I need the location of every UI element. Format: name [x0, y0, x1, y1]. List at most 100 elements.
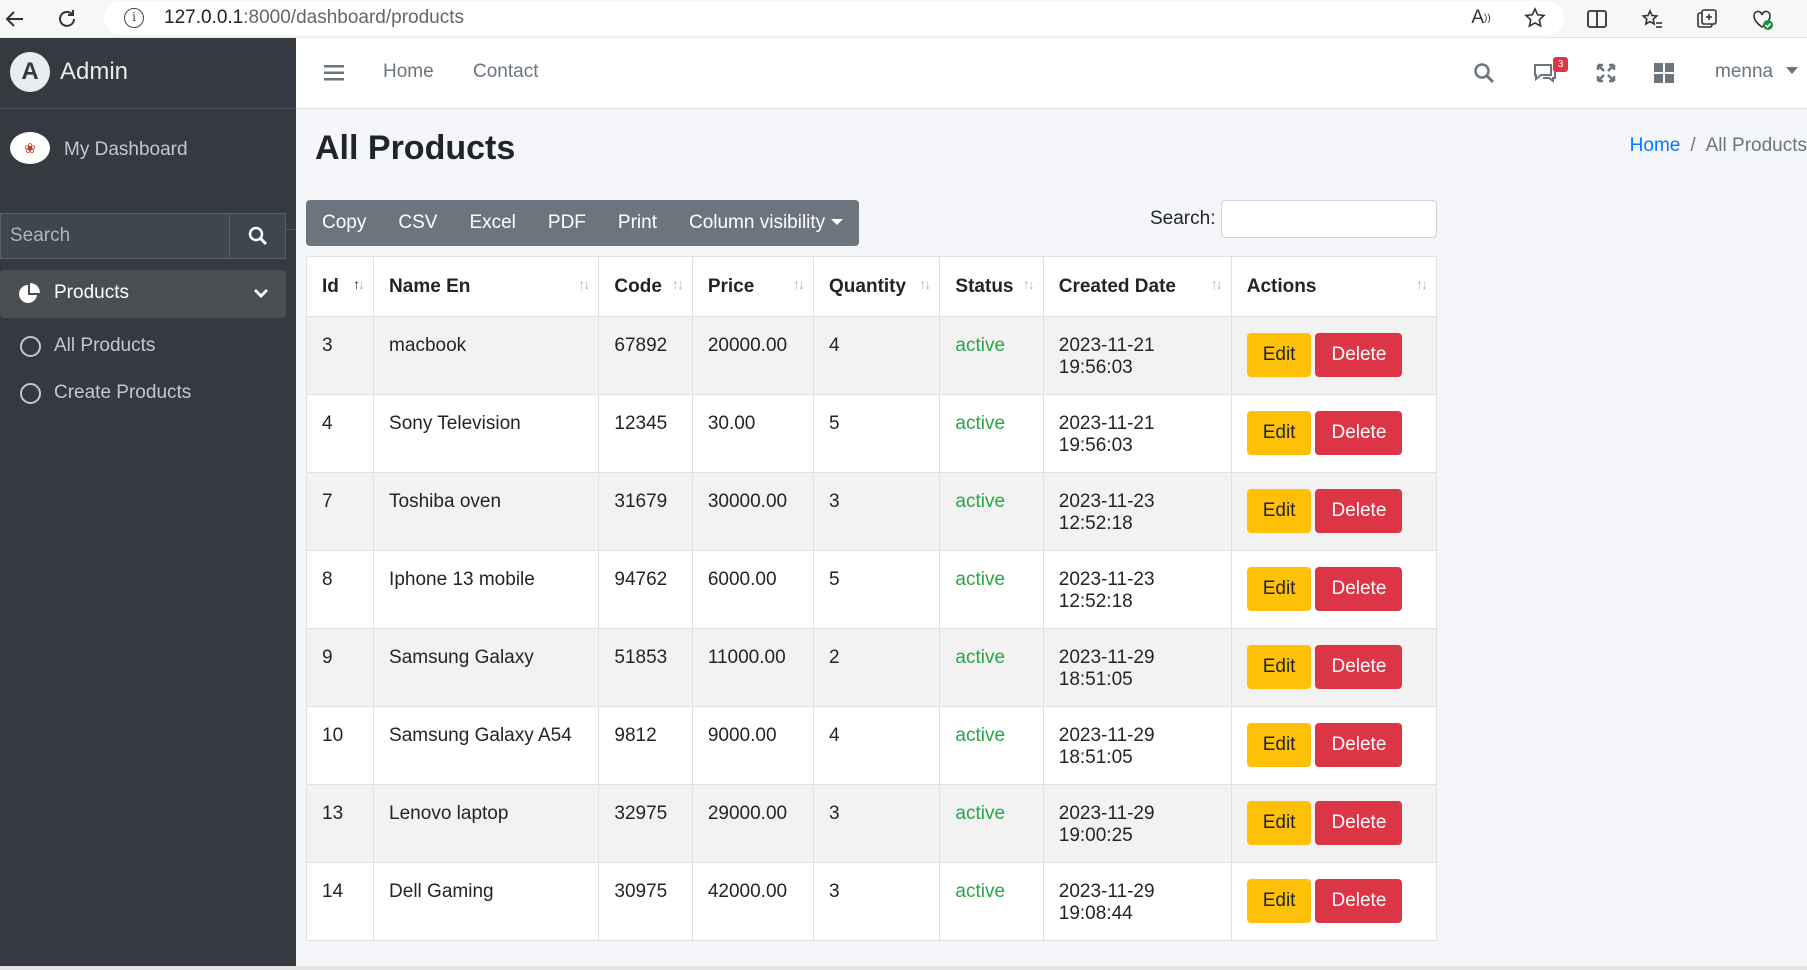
edit-button[interactable]: Edit: [1246, 879, 1312, 923]
edit-button[interactable]: Edit: [1246, 801, 1312, 845]
edit-button[interactable]: Edit: [1246, 489, 1312, 533]
edit-button[interactable]: Edit: [1246, 567, 1312, 611]
nav-link-contact[interactable]: Contact: [473, 61, 538, 83]
user-avatar[interactable]: ❀: [10, 132, 50, 164]
table-row: 14 Dell Gaming 30975 42000.00 3 active 2023-11…: [305, 862, 1438, 941]
pdf-button[interactable]: PDF: [532, 200, 602, 246]
sidebar-search: [0, 213, 286, 259]
column-visibility-label: Column visibility: [688, 212, 826, 233]
sidebar-search-button[interactable]: [230, 213, 286, 259]
csv-button[interactable]: CSV: [382, 200, 453, 246]
breadcrumb-home-link[interactable]: Home: [1630, 135, 1681, 156]
column-header-name[interactable]: Name En ↑↓: [373, 256, 600, 317]
address-bar[interactable]: i 127.0.0.1:8000/dashboard/products A)): [104, 1, 1564, 35]
column-header-price[interactable]: Price ↑↓: [691, 256, 815, 317]
column-header-label: Created Date: [1058, 275, 1176, 297]
user-dropdown[interactable]: menna: [1715, 61, 1799, 83]
table-row: 9 Samsung Galaxy 51853 11000.00 2 active 2023-…: [305, 628, 1438, 707]
sort-icon: ↑↓: [1210, 276, 1223, 292]
edit-button[interactable]: Edit: [1246, 723, 1312, 767]
cell-price: 29000.00: [691, 784, 815, 863]
delete-button[interactable]: Delete: [1315, 567, 1403, 611]
breadcrumb: Home / All Products: [1630, 135, 1807, 157]
column-header-label: Status: [955, 275, 1014, 297]
url-path: :8000/dashboard/products: [243, 7, 465, 28]
url-text[interactable]: 127.0.0.1:8000/dashboard/products: [164, 7, 464, 29]
delete-button[interactable]: Delete: [1315, 801, 1403, 845]
split-screen-icon[interactable]: [1582, 4, 1612, 34]
cell-actions: Edit Delete: [1230, 316, 1438, 395]
read-aloud-icon[interactable]: A)): [1466, 3, 1496, 33]
navbar-search-icon[interactable]: [1471, 60, 1497, 86]
cell-status: active: [939, 862, 1044, 941]
edit-button[interactable]: Edit: [1246, 645, 1312, 689]
cell-code: 30975: [598, 862, 693, 941]
column-header-quantity[interactable]: Quantity ↑↓: [813, 256, 941, 317]
breadcrumb-separator: /: [1690, 135, 1696, 156]
circle-icon: [20, 336, 41, 357]
delete-button[interactable]: Delete: [1315, 723, 1403, 767]
cell-id: 3: [305, 316, 375, 395]
user-name-link[interactable]: My Dashboard: [64, 139, 188, 161]
cell-created: 2023-11-21 19:56:03: [1042, 316, 1232, 395]
delete-button[interactable]: Delete: [1315, 489, 1403, 533]
cell-status: active: [939, 706, 1044, 785]
browser-toolbar: i 127.0.0.1:8000/dashboard/products A)): [0, 0, 1807, 38]
fullscreen-icon[interactable]: [1593, 60, 1619, 86]
sort-icon: ↑↓: [671, 276, 684, 292]
cell-price: 6000.00: [691, 550, 815, 629]
cell-code: 31679: [598, 472, 693, 551]
column-header-status[interactable]: Status ↑↓: [939, 256, 1044, 317]
sidebar-item-products[interactable]: Products: [0, 270, 286, 318]
delete-button[interactable]: Delete: [1315, 411, 1403, 455]
table-row: 7 Toshiba oven 31679 30000.00 3 active 2023-11…: [305, 472, 1438, 551]
edit-button[interactable]: Edit: [1246, 333, 1312, 377]
column-header-label: Price: [707, 275, 755, 297]
print-button[interactable]: Print: [602, 200, 673, 246]
column-header-created-date[interactable]: Created Date ↑↓: [1042, 256, 1232, 317]
notification-badge: 3: [1553, 57, 1568, 72]
cell-actions: Edit Delete: [1230, 628, 1438, 707]
sidebar-item-all-products[interactable]: All Products: [0, 324, 286, 370]
circle-icon: [20, 383, 41, 404]
sort-icon: ↑↓: [793, 276, 805, 292]
column-header-label: Name En: [389, 275, 471, 297]
excel-button[interactable]: Excel: [453, 200, 531, 246]
hamburger-menu-icon[interactable]: [321, 60, 347, 86]
column-header-code[interactable]: Code ↑↓: [598, 256, 693, 317]
search-icon: [248, 226, 267, 246]
site-info-icon[interactable]: i: [124, 8, 144, 28]
brand-text: Admin: [60, 58, 129, 85]
cell-actions: Edit Delete: [1230, 472, 1438, 551]
cell-quantity: 4: [813, 706, 941, 785]
column-header-actions[interactable]: Actions ↑↓: [1230, 256, 1438, 317]
cell-name: Samsung Galaxy A54: [373, 706, 600, 785]
edit-button[interactable]: Edit: [1246, 411, 1312, 455]
table-search-input[interactable]: [1221, 200, 1437, 238]
copy-button[interactable]: Copy: [306, 200, 382, 246]
brand-link[interactable]: A Admin: [0, 38, 296, 109]
column-visibility-button[interactable]: Column visibility: [673, 200, 859, 246]
cell-created: 2023-11-29 19:00:25: [1042, 784, 1232, 863]
cell-status: active: [939, 316, 1044, 395]
apps-grid-icon[interactable]: [1651, 60, 1677, 86]
cell-created: 2023-11-23 12:52:18: [1042, 472, 1232, 551]
cell-actions: Edit Delete: [1230, 550, 1438, 629]
delete-button[interactable]: Delete: [1315, 879, 1403, 923]
cell-id: 13: [305, 784, 375, 863]
browser-essentials-icon[interactable]: [1747, 4, 1777, 34]
sidebar-search-input[interactable]: [0, 213, 230, 259]
delete-button[interactable]: Delete: [1315, 645, 1403, 689]
column-header-label: Code: [614, 275, 662, 297]
favorite-star-icon[interactable]: [1520, 3, 1550, 33]
column-header-id[interactable]: Id ↑↓: [305, 256, 375, 317]
reload-icon[interactable]: [52, 4, 82, 34]
back-arrow-icon[interactable]: [0, 4, 30, 34]
favorites-icon[interactable]: [1637, 4, 1667, 34]
delete-button[interactable]: Delete: [1315, 333, 1403, 377]
sidebar-item-create-products[interactable]: Create Products: [0, 371, 286, 417]
collections-icon[interactable]: [1692, 4, 1722, 34]
sidebar-item-products-label: Products: [54, 282, 129, 303]
cell-code: 9812: [598, 706, 693, 785]
nav-link-home[interactable]: Home: [383, 61, 434, 83]
